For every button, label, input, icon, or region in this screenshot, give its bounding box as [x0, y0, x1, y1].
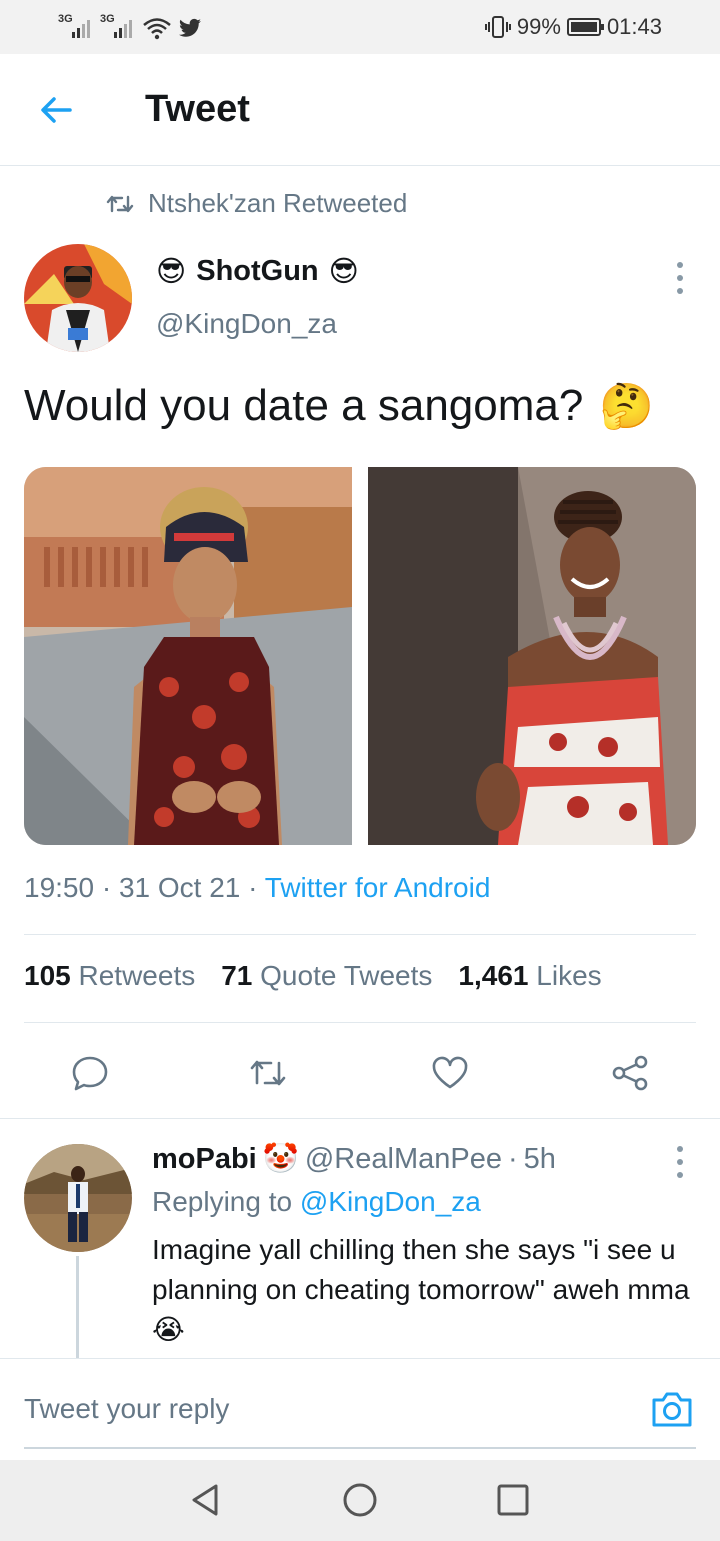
author-name-row[interactable]: 😎 ShotGun 😎	[156, 254, 359, 289]
wifi-icon	[143, 18, 171, 40]
input-underline	[24, 1447, 696, 1449]
retweet-context[interactable]: Ntshek'zan Retweeted	[106, 188, 407, 219]
clock: 01:43	[606, 14, 662, 39]
top-app-bar: Tweet	[0, 54, 720, 166]
vibrate-icon	[484, 16, 511, 38]
status-right: 99% 01:43	[484, 12, 662, 42]
divider	[0, 1118, 720, 1119]
signal-icon: 3G	[58, 14, 94, 40]
battery-icon	[566, 18, 604, 36]
emoji-clown: 🤡	[262, 1143, 299, 1175]
tweet-source-link[interactable]: Twitter for Android	[265, 872, 491, 903]
reply-input[interactable]: Tweet your reply	[24, 1393, 229, 1425]
quote-tweets-stat[interactable]: 71 Quote Tweets	[221, 960, 432, 992]
meta-separator: ·	[248, 872, 258, 903]
more-vertical-icon[interactable]	[676, 1146, 684, 1178]
back-triangle-icon[interactable]	[186, 1480, 226, 1520]
signal-type-label: 3G	[100, 13, 115, 25]
battery-percent: 99%	[516, 14, 561, 39]
tweet-actions	[0, 1045, 720, 1101]
recents-square-icon[interactable]	[493, 1480, 533, 1520]
reply-body: Imagine yall chilling then she says "i s…	[152, 1234, 690, 1305]
signal-icon: 3G	[100, 14, 136, 40]
thread-connector	[76, 1256, 79, 1360]
reply-author-handle: @RealManPee	[304, 1142, 502, 1175]
reply-avatar[interactable]	[24, 1144, 132, 1252]
tweet-photo[interactable]	[24, 467, 352, 845]
emoji-sunglasses: 😎	[328, 256, 359, 288]
author-name: ShotGun	[196, 255, 319, 287]
emoji-sunglasses: 😎	[156, 256, 187, 288]
quote-tweets-count: 71	[221, 960, 253, 991]
retweets-label: Retweets	[78, 960, 196, 991]
emoji-thinking: 🤔	[599, 382, 655, 431]
tweet-date: 31 Oct 21	[118, 872, 241, 903]
retweets-count: 105	[24, 960, 71, 991]
reply-icon[interactable]	[70, 1053, 110, 1093]
reply-composer: Tweet your reply	[0, 1358, 720, 1458]
likes-label: Likes	[536, 960, 602, 991]
divider	[24, 934, 696, 935]
tweet-meta: 19:50 · 31 Oct 21 · Twitter for Android	[24, 872, 490, 904]
arrow-left-icon[interactable]	[36, 90, 76, 130]
replying-prefix: Replying to	[152, 1186, 293, 1217]
tweet-photo[interactable]	[368, 467, 696, 845]
likes-count: 1,461	[458, 960, 529, 991]
likes-stat[interactable]: 1,461 Likes	[458, 960, 601, 992]
retweet-icon	[106, 195, 134, 212]
twitter-bird-icon	[179, 18, 201, 37]
author-handle[interactable]: @KingDon_za	[156, 308, 337, 340]
quote-tweets-label: Quote Tweets	[260, 960, 433, 991]
tweet-body: Would you date a sangoma?	[24, 381, 584, 430]
tweet-stats: 105 Retweets 71 Quote Tweets 1,461 Likes	[24, 960, 602, 992]
replying-to: Replying to @KingDon_za	[152, 1186, 481, 1218]
retweet-icon[interactable]	[248, 1053, 288, 1093]
reply-header[interactable]: moPabi 🤡 @RealManPee · 5h	[152, 1142, 556, 1176]
divider	[24, 1022, 696, 1023]
retweets-stat[interactable]: 105 Retweets	[24, 960, 195, 992]
reply-author-name: moPabi	[152, 1142, 257, 1175]
media-grid	[24, 467, 696, 845]
status-bar: 3G 3G 99% 01:43	[0, 0, 720, 54]
share-icon[interactable]	[610, 1053, 650, 1093]
heart-icon[interactable]	[430, 1053, 470, 1093]
system-nav-bar	[0, 1460, 720, 1541]
avatar[interactable]	[24, 244, 132, 352]
camera-icon[interactable]	[650, 1389, 694, 1429]
more-vertical-icon[interactable]	[676, 262, 684, 294]
reply-text: Imagine yall chilling then she says "i s…	[152, 1230, 692, 1350]
signal-type-label: 3G	[58, 13, 73, 25]
status-left: 3G 3G	[58, 12, 202, 40]
meta-separator: ·	[101, 872, 112, 903]
retweet-context-label: Ntshek'zan Retweeted	[148, 188, 408, 218]
page-title: Tweet	[145, 88, 250, 130]
tweet-time: 19:50	[24, 872, 95, 903]
replying-handle-link[interactable]: @KingDon_za	[300, 1186, 481, 1217]
home-circle-icon[interactable]	[340, 1480, 380, 1520]
emoji-crying: 😭	[152, 1314, 185, 1345]
tweet-text: Would you date a sangoma? 🤔	[24, 380, 654, 432]
reply-age: 5h	[523, 1142, 556, 1175]
meta-separator: ·	[507, 1142, 518, 1175]
